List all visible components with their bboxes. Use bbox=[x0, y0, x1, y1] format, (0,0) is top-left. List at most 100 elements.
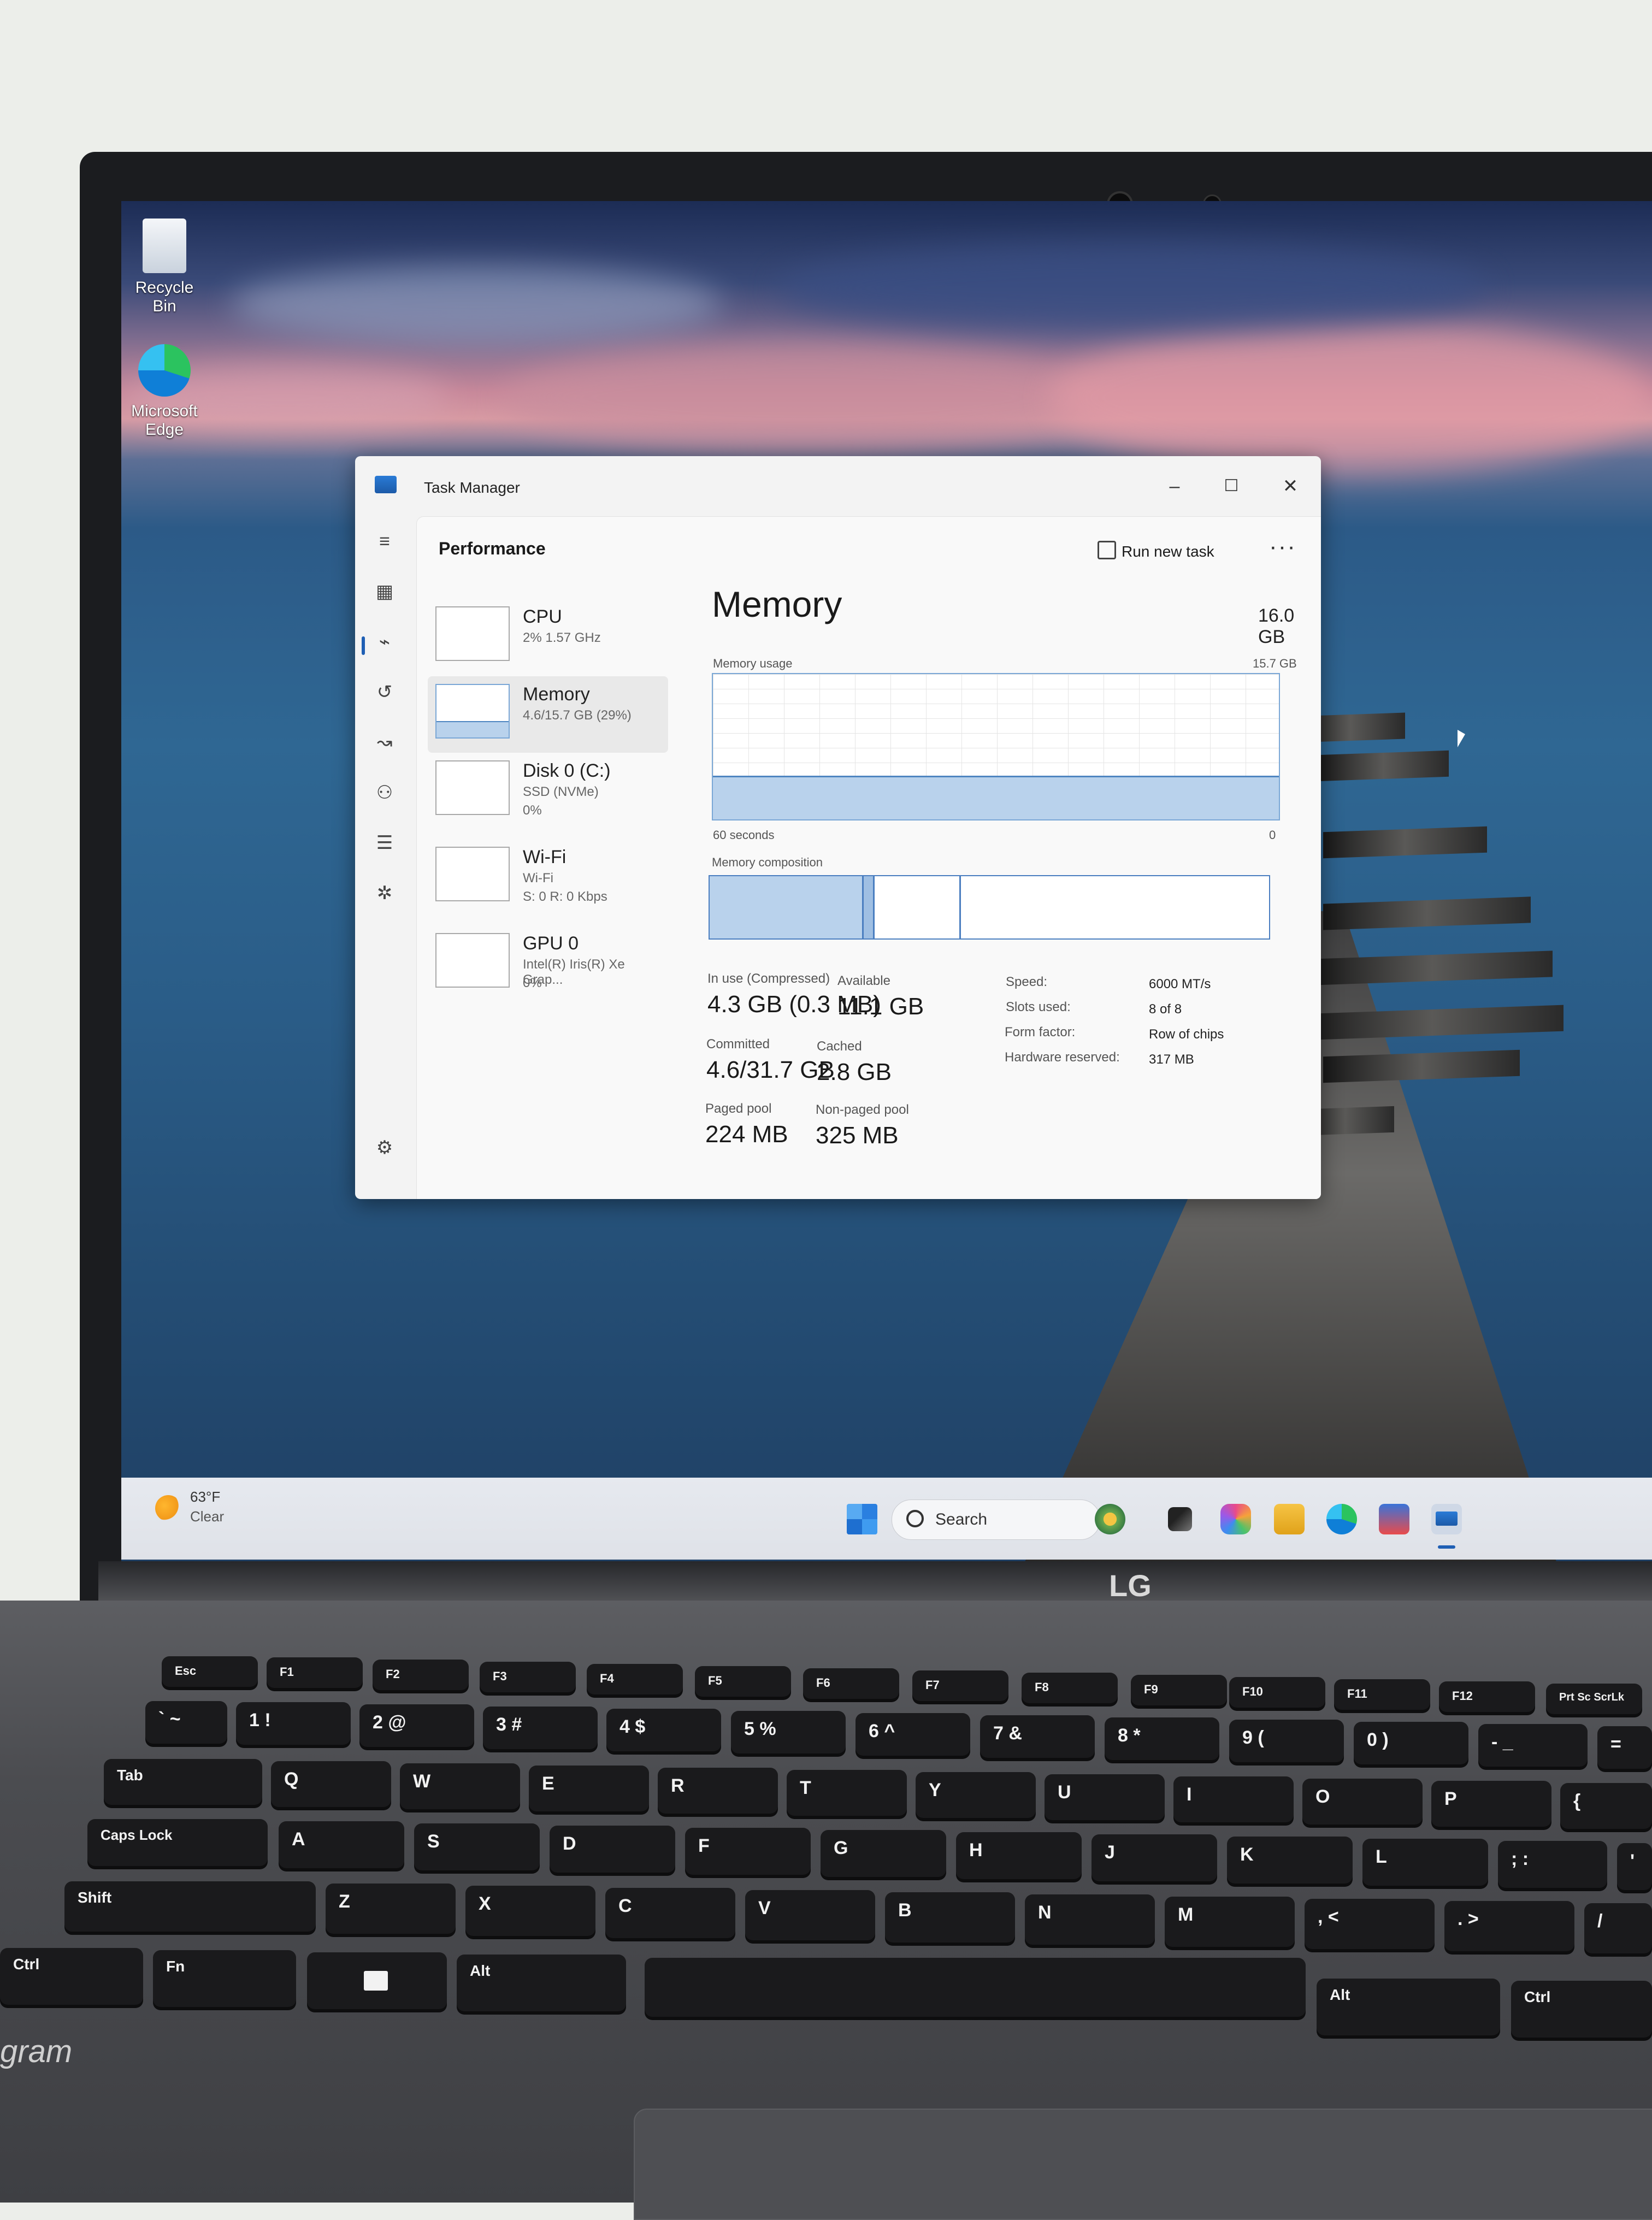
taskbar-search-box[interactable] bbox=[892, 1499, 1100, 1540]
key-f10[interactable]: F10 bbox=[1229, 1677, 1325, 1708]
details-icon[interactable]: ☰ bbox=[370, 829, 399, 857]
free-segment[interactable] bbox=[961, 876, 1269, 938]
more-options-button[interactable]: ··· bbox=[1269, 533, 1296, 560]
run-new-task-button[interactable]: Run new task bbox=[1122, 543, 1214, 560]
key-k[interactable]: K bbox=[1227, 1837, 1353, 1884]
key-i[interactable]: I bbox=[1173, 1776, 1294, 1822]
key-f3[interactable]: F3 bbox=[480, 1662, 576, 1692]
services-icon[interactable]: ✲ bbox=[370, 879, 399, 907]
key-space[interactable] bbox=[645, 1958, 1306, 2017]
hamburger-menu-icon[interactable]: ≡ bbox=[370, 527, 399, 556]
resource-item-disk[interactable]: Disk 0 (C:) SSD (NVMe) 0% bbox=[428, 753, 668, 829]
key-7[interactable]: 7 & bbox=[980, 1715, 1095, 1758]
key-shift-left[interactable]: Shift bbox=[64, 1881, 316, 1932]
resource-item-cpu[interactable]: CPU 2% 1.57 GHz bbox=[428, 599, 668, 675]
key-comma[interactable]: , < bbox=[1305, 1899, 1435, 1949]
modified-segment[interactable] bbox=[864, 876, 875, 938]
key-prtsc[interactable]: Prt Sc ScrLk bbox=[1546, 1684, 1642, 1714]
key-windows[interactable] bbox=[307, 1952, 447, 2009]
key-b[interactable]: B bbox=[885, 1892, 1015, 1942]
copilot-icon[interactable] bbox=[1220, 1504, 1251, 1534]
standby-segment[interactable] bbox=[875, 876, 961, 938]
file-explorer-icon[interactable] bbox=[1274, 1504, 1305, 1534]
key-f4[interactable]: F4 bbox=[587, 1664, 683, 1694]
key-semicolon[interactable]: ; : bbox=[1498, 1841, 1607, 1888]
title-bar[interactable]: Task Manager – ☐ ✕ bbox=[355, 456, 1321, 516]
key-j[interactable]: J bbox=[1092, 1834, 1217, 1881]
performance-icon[interactable]: ⌁ bbox=[370, 628, 399, 656]
key-r[interactable]: R bbox=[658, 1768, 778, 1814]
weather-condition[interactable]: Clear bbox=[190, 1508, 224, 1525]
key-2[interactable]: 2 @ bbox=[359, 1704, 474, 1747]
store-icon[interactable] bbox=[1379, 1504, 1409, 1534]
key-f5[interactable]: F5 bbox=[695, 1666, 791, 1697]
key-z[interactable]: Z bbox=[326, 1884, 456, 1934]
key-c[interactable]: C bbox=[605, 1888, 735, 1938]
key-t[interactable]: T bbox=[787, 1770, 907, 1816]
app-history-icon[interactable]: ↺ bbox=[370, 678, 399, 706]
key-d[interactable]: D bbox=[550, 1826, 675, 1873]
key-u[interactable]: U bbox=[1045, 1774, 1165, 1820]
key-e[interactable]: E bbox=[529, 1766, 649, 1811]
minimize-button[interactable]: – bbox=[1158, 473, 1191, 500]
settings-gear-icon[interactable]: ⚙ bbox=[370, 1133, 399, 1162]
touchpad[interactable] bbox=[634, 2109, 1652, 2220]
key-h[interactable]: H bbox=[956, 1832, 1082, 1879]
key-ctrl-left[interactable]: Ctrl bbox=[0, 1948, 143, 2005]
key-0[interactable]: 0 ) bbox=[1354, 1722, 1468, 1764]
key-tab[interactable]: Tab bbox=[104, 1759, 262, 1805]
key-3[interactable]: 3 # bbox=[483, 1707, 598, 1749]
close-button[interactable]: ✕ bbox=[1274, 473, 1307, 500]
edge-taskbar-icon[interactable] bbox=[1326, 1504, 1357, 1534]
key-6[interactable]: 6 ^ bbox=[856, 1713, 970, 1756]
key-s[interactable]: S bbox=[414, 1823, 540, 1870]
key-backtick[interactable]: ` ~ bbox=[145, 1701, 227, 1744]
key-f1[interactable]: F1 bbox=[267, 1657, 363, 1688]
key-4[interactable]: 4 $ bbox=[606, 1709, 721, 1751]
key-equals[interactable]: = bbox=[1597, 1726, 1652, 1769]
weather-moon-icon[interactable] bbox=[155, 1495, 181, 1521]
task-manager-taskbar-icon[interactable] bbox=[1431, 1504, 1462, 1534]
key-5[interactable]: 5 % bbox=[731, 1711, 846, 1753]
key-f7[interactable]: F7 bbox=[912, 1670, 1008, 1701]
desktop-icon-recycle-bin[interactable]: Recycle Bin bbox=[123, 219, 205, 316]
key-bracket[interactable]: { bbox=[1560, 1783, 1652, 1829]
key-f12[interactable]: F12 bbox=[1439, 1681, 1535, 1712]
key-x[interactable]: X bbox=[465, 1886, 595, 1936]
processes-icon[interactable]: ▦ bbox=[370, 577, 399, 606]
key-f8[interactable]: F8 bbox=[1022, 1673, 1118, 1703]
maximize-button[interactable]: ☐ bbox=[1215, 473, 1248, 500]
in-use-segment[interactable] bbox=[710, 876, 864, 938]
key-a[interactable]: A bbox=[279, 1821, 404, 1868]
key-n[interactable]: N bbox=[1025, 1894, 1155, 1945]
key-period[interactable]: . > bbox=[1444, 1901, 1574, 1951]
task-view-icon[interactable] bbox=[1168, 1507, 1192, 1531]
resource-item-gpu[interactable]: GPU 0 Intel(R) Iris(R) Xe Grap... 0% bbox=[428, 925, 668, 1002]
key-8[interactable]: 8 * bbox=[1105, 1717, 1219, 1760]
key-o[interactable]: O bbox=[1302, 1779, 1423, 1825]
weather-temperature[interactable]: 63°F bbox=[190, 1489, 220, 1505]
key-alt-left[interactable]: Alt bbox=[457, 1955, 626, 2011]
key-f11[interactable]: F11 bbox=[1334, 1679, 1430, 1710]
key-caps-lock[interactable]: Caps Lock bbox=[87, 1819, 268, 1866]
startup-apps-icon[interactable]: ↝ bbox=[370, 728, 399, 757]
start-windows-icon[interactable] bbox=[847, 1504, 877, 1534]
key-minus[interactable]: - _ bbox=[1478, 1724, 1588, 1767]
key-fn[interactable]: Fn bbox=[153, 1950, 296, 2007]
key-ctrl-right[interactable]: Ctrl bbox=[1511, 1981, 1652, 2038]
desktop-icon-edge[interactable]: Microsoft Edge bbox=[123, 344, 205, 439]
resource-item-wifi[interactable]: Wi-Fi Wi-Fi S: 0 R: 0 Kbps bbox=[428, 839, 668, 916]
resource-item-memory[interactable]: Memory 4.6/15.7 GB (29%) bbox=[428, 676, 668, 753]
key-slash[interactable]: / bbox=[1584, 1903, 1652, 1953]
key-m[interactable]: M bbox=[1165, 1897, 1295, 1947]
key-1[interactable]: 1 ! bbox=[236, 1702, 351, 1745]
search-highlight-icon[interactable] bbox=[1095, 1504, 1125, 1534]
key-f2[interactable]: F2 bbox=[373, 1660, 469, 1690]
key-v[interactable]: V bbox=[745, 1890, 875, 1940]
key-y[interactable]: Y bbox=[916, 1772, 1036, 1818]
key-l[interactable]: L bbox=[1362, 1839, 1488, 1886]
key-quote[interactable]: ' bbox=[1617, 1843, 1652, 1890]
key-esc[interactable]: Esc bbox=[162, 1656, 258, 1687]
key-alt-right[interactable]: Alt bbox=[1317, 1979, 1500, 2035]
key-f6[interactable]: F6 bbox=[803, 1668, 899, 1699]
